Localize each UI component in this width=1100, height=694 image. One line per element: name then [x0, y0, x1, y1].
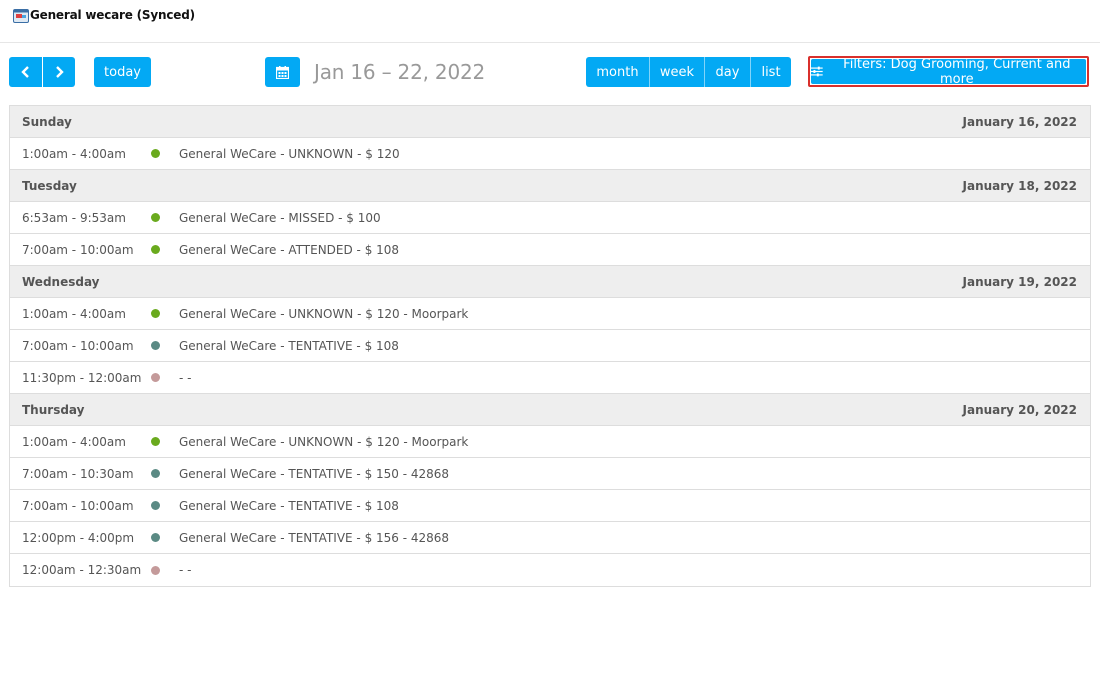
- event-row[interactable]: 1:00am - 4:00am General WeCare - UNKNOWN…: [10, 298, 1090, 330]
- calendar-app-icon: [13, 9, 29, 23]
- day-name: Sunday: [22, 114, 72, 129]
- event-time: 12:00am - 12:30am: [22, 563, 142, 577]
- event-time: 12:00pm - 4:00pm: [22, 530, 135, 545]
- event-row[interactable]: 7:00am - 10:30am General WeCare - TENTAT…: [10, 458, 1090, 490]
- event-list: Sunday January 16, 2022 1:00am - 4:00am …: [9, 105, 1091, 587]
- day-header: Thursday January 20, 2022: [10, 394, 1090, 426]
- event-time: 11:30pm - 12:00am: [22, 370, 142, 385]
- date-range-title: Jan 16 – 22, 2022: [314, 60, 486, 84]
- event-time: 7:00am - 10:00am: [22, 498, 134, 513]
- event-row[interactable]: 1:00am - 4:00am General WeCare - UNKNOWN…: [10, 426, 1090, 458]
- view-switcher: month week day list: [586, 57, 791, 87]
- event-row[interactable]: 7:00am - 10:00am General WeCare - TENTAT…: [10, 490, 1090, 522]
- day-date: January 20, 2022: [962, 402, 1078, 417]
- chevron-left-icon: [20, 66, 29, 78]
- day-name: Wednesday: [22, 274, 100, 289]
- event-status-dot: [151, 341, 160, 350]
- event-row[interactable]: 11:30pm - 12:00am - -: [10, 362, 1090, 394]
- event-title[interactable]: General WeCare - ATTENDED - $ 108: [179, 243, 399, 257]
- event-title[interactable]: - -: [179, 563, 191, 577]
- event-status-dot: [151, 533, 160, 542]
- day-name: Tuesday: [22, 178, 77, 193]
- view-day-button[interactable]: day: [705, 57, 751, 87]
- event-title[interactable]: General WeCare - TENTATIVE - $ 150 - 428…: [179, 467, 449, 481]
- view-week-button[interactable]: week: [650, 57, 705, 87]
- event-time: 6:53am - 9:53am: [22, 210, 126, 225]
- window-header: General wecare (Synced): [0, 0, 1100, 43]
- event-time: 7:00am - 10:00am: [22, 242, 134, 257]
- event-time: 7:00am - 10:30am: [22, 466, 134, 481]
- day-header: Sunday January 16, 2022: [10, 106, 1090, 138]
- event-status-dot: [151, 469, 160, 478]
- event-status-dot: [151, 149, 160, 158]
- event-time: 1:00am - 4:00am: [22, 434, 126, 449]
- prev-week-button[interactable]: [9, 57, 42, 87]
- calendar-icon: [276, 65, 289, 79]
- view-month-button[interactable]: month: [586, 57, 650, 87]
- event-time: 1:00am - 4:00am: [22, 306, 126, 321]
- event-title[interactable]: General WeCare - UNKNOWN - $ 120 - Moorp…: [179, 435, 468, 449]
- date-picker-button[interactable]: [265, 57, 300, 87]
- event-status-dot: [151, 213, 160, 222]
- event-title[interactable]: General WeCare - TENTATIVE - $ 108: [179, 499, 399, 513]
- event-status-dot: [151, 565, 160, 575]
- next-week-button[interactable]: [43, 57, 75, 87]
- day-header: Tuesday January 18, 2022: [10, 170, 1090, 202]
- event-title[interactable]: - -: [179, 371, 191, 385]
- event-title[interactable]: General WeCare - UNKNOWN - $ 120 - Moorp…: [179, 307, 468, 321]
- sliders-icon: [811, 66, 823, 77]
- event-time: 7:00am - 10:00am: [22, 338, 134, 353]
- event-row[interactable]: 1:00am - 4:00am General WeCare - UNKNOWN…: [10, 138, 1090, 170]
- event-row[interactable]: 7:00am - 10:00am General WeCare - TENTAT…: [10, 330, 1090, 362]
- day-date: January 18, 2022: [962, 178, 1078, 193]
- event-row[interactable]: 7:00am - 10:00am General WeCare - ATTEND…: [10, 234, 1090, 266]
- day-header: Wednesday January 19, 2022: [10, 266, 1090, 298]
- event-title[interactable]: General WeCare - TENTATIVE - $ 156 - 428…: [179, 531, 449, 545]
- view-list-button[interactable]: list: [751, 57, 791, 87]
- window-title: General wecare (Synced): [30, 8, 195, 22]
- event-row[interactable]: 12:00pm - 4:00pm General WeCare - TENTAT…: [10, 522, 1090, 554]
- chevron-right-icon: [56, 66, 64, 78]
- event-title[interactable]: General WeCare - UNKNOWN - $ 120: [179, 147, 400, 161]
- today-button[interactable]: today: [94, 57, 151, 87]
- event-title[interactable]: General WeCare - MISSED - $ 100: [179, 211, 381, 225]
- event-time: 1:00am - 4:00am: [22, 146, 126, 161]
- event-status-dot: [151, 437, 160, 446]
- day-name: Thursday: [22, 402, 85, 417]
- filters-button[interactable]: Filters: Dog Grooming, Current and more: [811, 56, 1086, 87]
- event-status-dot: [151, 309, 160, 318]
- event-row[interactable]: 12:00am - 12:30am - -: [10, 554, 1090, 586]
- event-status-dot: [151, 373, 160, 382]
- filters-button-label: Filters: Dog Grooming, Current and more: [843, 56, 1071, 87]
- event-title[interactable]: General WeCare - TENTATIVE - $ 108: [179, 339, 399, 353]
- event-row[interactable]: 6:53am - 9:53am General WeCare - MISSED …: [10, 202, 1090, 234]
- event-status-dot: [151, 501, 160, 510]
- day-date: January 19, 2022: [962, 274, 1078, 289]
- day-date: January 16, 2022: [962, 114, 1078, 129]
- event-status-dot: [151, 245, 160, 254]
